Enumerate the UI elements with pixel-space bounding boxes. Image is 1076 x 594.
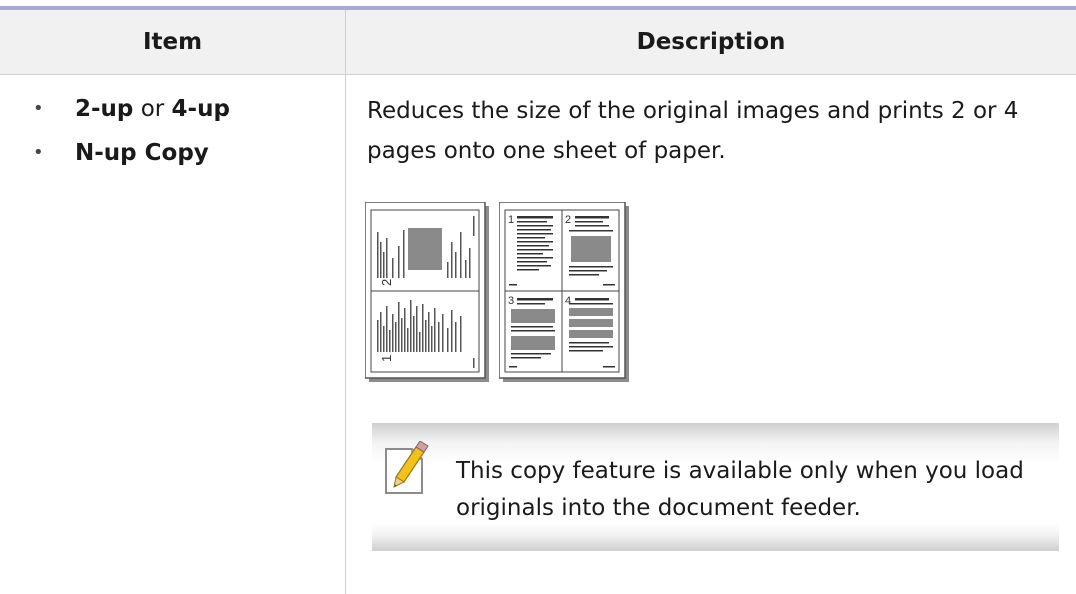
item-list: • 2-up or 4-up • N-up Copy <box>0 94 345 182</box>
two-up-page-num-top: 2 <box>379 279 394 286</box>
two-up-illustration: 2 1 <box>365 202 489 382</box>
four-up-page-num-3: 3 <box>508 295 514 307</box>
bullet: • <box>33 142 44 163</box>
note-text: This copy feature is available only when… <box>456 458 1024 521</box>
two-up-page-num-bottom: 1 <box>379 355 394 362</box>
bullet: • <box>33 98 44 119</box>
header-description: Description <box>636 29 786 55</box>
item-4up: 4-up <box>171 96 230 122</box>
note-box: This copy feature is available only when… <box>372 423 1059 551</box>
list-item: • 2-up or 4-up <box>0 94 345 138</box>
list-item: • N-up Copy <box>0 138 345 182</box>
header-item: Item <box>142 29 203 55</box>
four-up-illustration: 1 2 3 4 <box>499 202 629 382</box>
item-connector: or <box>133 96 172 122</box>
note-pencil-icon <box>385 441 429 494</box>
four-up-page-num-1: 1 <box>508 214 514 226</box>
item-nup-copy: N-up Copy <box>75 140 209 166</box>
four-up-page-num-4: 4 <box>565 295 571 307</box>
description-text: Reduces the size of the original images … <box>367 98 1019 164</box>
item-2up: 2-up <box>75 96 134 122</box>
column-divider <box>345 10 346 594</box>
four-up-page-num-2: 2 <box>565 214 571 226</box>
table-header: Item Description <box>0 10 1076 75</box>
